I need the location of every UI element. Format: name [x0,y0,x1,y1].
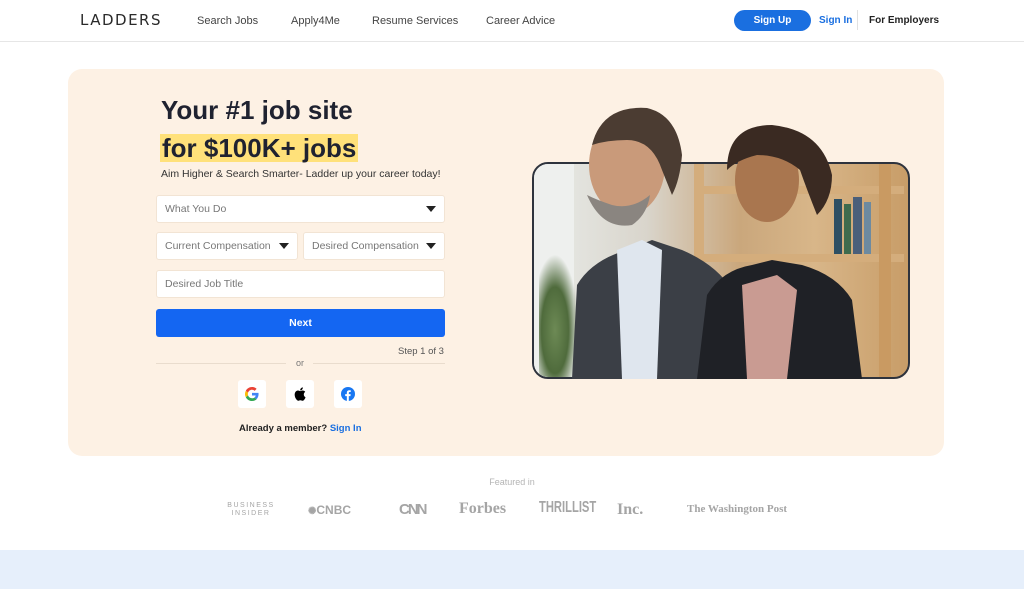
bottom-section [0,550,1024,589]
hero-sign-in-link[interactable]: Sign In [330,423,362,434]
nav-resume-services[interactable]: Resume Services [372,15,458,27]
caret-down-icon [279,243,289,249]
washington-post-logo: The Washington Post [687,503,788,515]
header-divider [857,10,858,30]
forbes-logo: Forbes [459,500,507,517]
hero-people-illustration [572,107,862,379]
current-compensation-value: Current Compensation [165,240,271,252]
google-icon [245,387,259,401]
hero-subheadline: Aim Higher & Search Smarter- Ladder up y… [161,168,441,180]
sign-up-button[interactable]: Sign Up [734,10,811,31]
step-indicator: Step 1 of 3 [398,346,444,357]
cnn-logo: CNN [399,501,427,518]
facebook-icon [341,387,355,401]
site-header: LADDERS Search Jobs Apply4Me Resume Serv… [0,0,1024,42]
already-member-text: Already a member? Sign In [239,423,362,434]
nav-search-jobs[interactable]: Search Jobs [197,15,258,27]
next-button[interactable]: Next [156,309,445,337]
desired-compensation-select[interactable]: Desired Compensation [303,232,445,260]
cnbc-logo: ✺CNBC [308,503,351,517]
thrillist-logo: THRILLIST [539,499,597,516]
desired-compensation-value: Desired Compensation [312,240,419,252]
ladders-logo[interactable]: LADDERS [80,11,162,29]
or-divider-right [313,363,445,364]
hero-headline-line1: Your #1 job site [161,95,353,125]
what-you-do-select[interactable]: What You Do [156,195,445,223]
already-member-label: Already a member? [239,423,328,434]
what-you-do-value: What You Do [165,203,227,215]
nav-apply4me[interactable]: Apply4Me [291,15,340,27]
business-insider-logo: BUSINESS INSIDER [227,502,275,517]
desired-job-title-placeholder: Desired Job Title [165,278,244,290]
or-text: or [296,358,305,368]
apple-icon [294,387,306,401]
cnbc-text: CNBC [316,503,352,517]
sign-in-link[interactable]: Sign In [819,15,852,26]
inc-logo: Inc. [617,501,644,518]
or-divider-left [156,363,286,364]
google-signin-button[interactable] [238,380,266,408]
desired-job-title-input[interactable]: Desired Job Title [156,270,445,298]
featured-in-label: Featured in [489,477,535,487]
caret-down-icon [426,206,436,212]
facebook-signin-button[interactable] [334,380,362,408]
for-employers-link[interactable]: For Employers [869,15,939,26]
nav-career-advice[interactable]: Career Advice [486,15,555,27]
current-compensation-select[interactable]: Current Compensation [156,232,298,260]
apple-signin-button[interactable] [286,380,314,408]
hero-headline-line2: for $100K+ jobs [160,133,359,163]
caret-down-icon [426,243,436,249]
